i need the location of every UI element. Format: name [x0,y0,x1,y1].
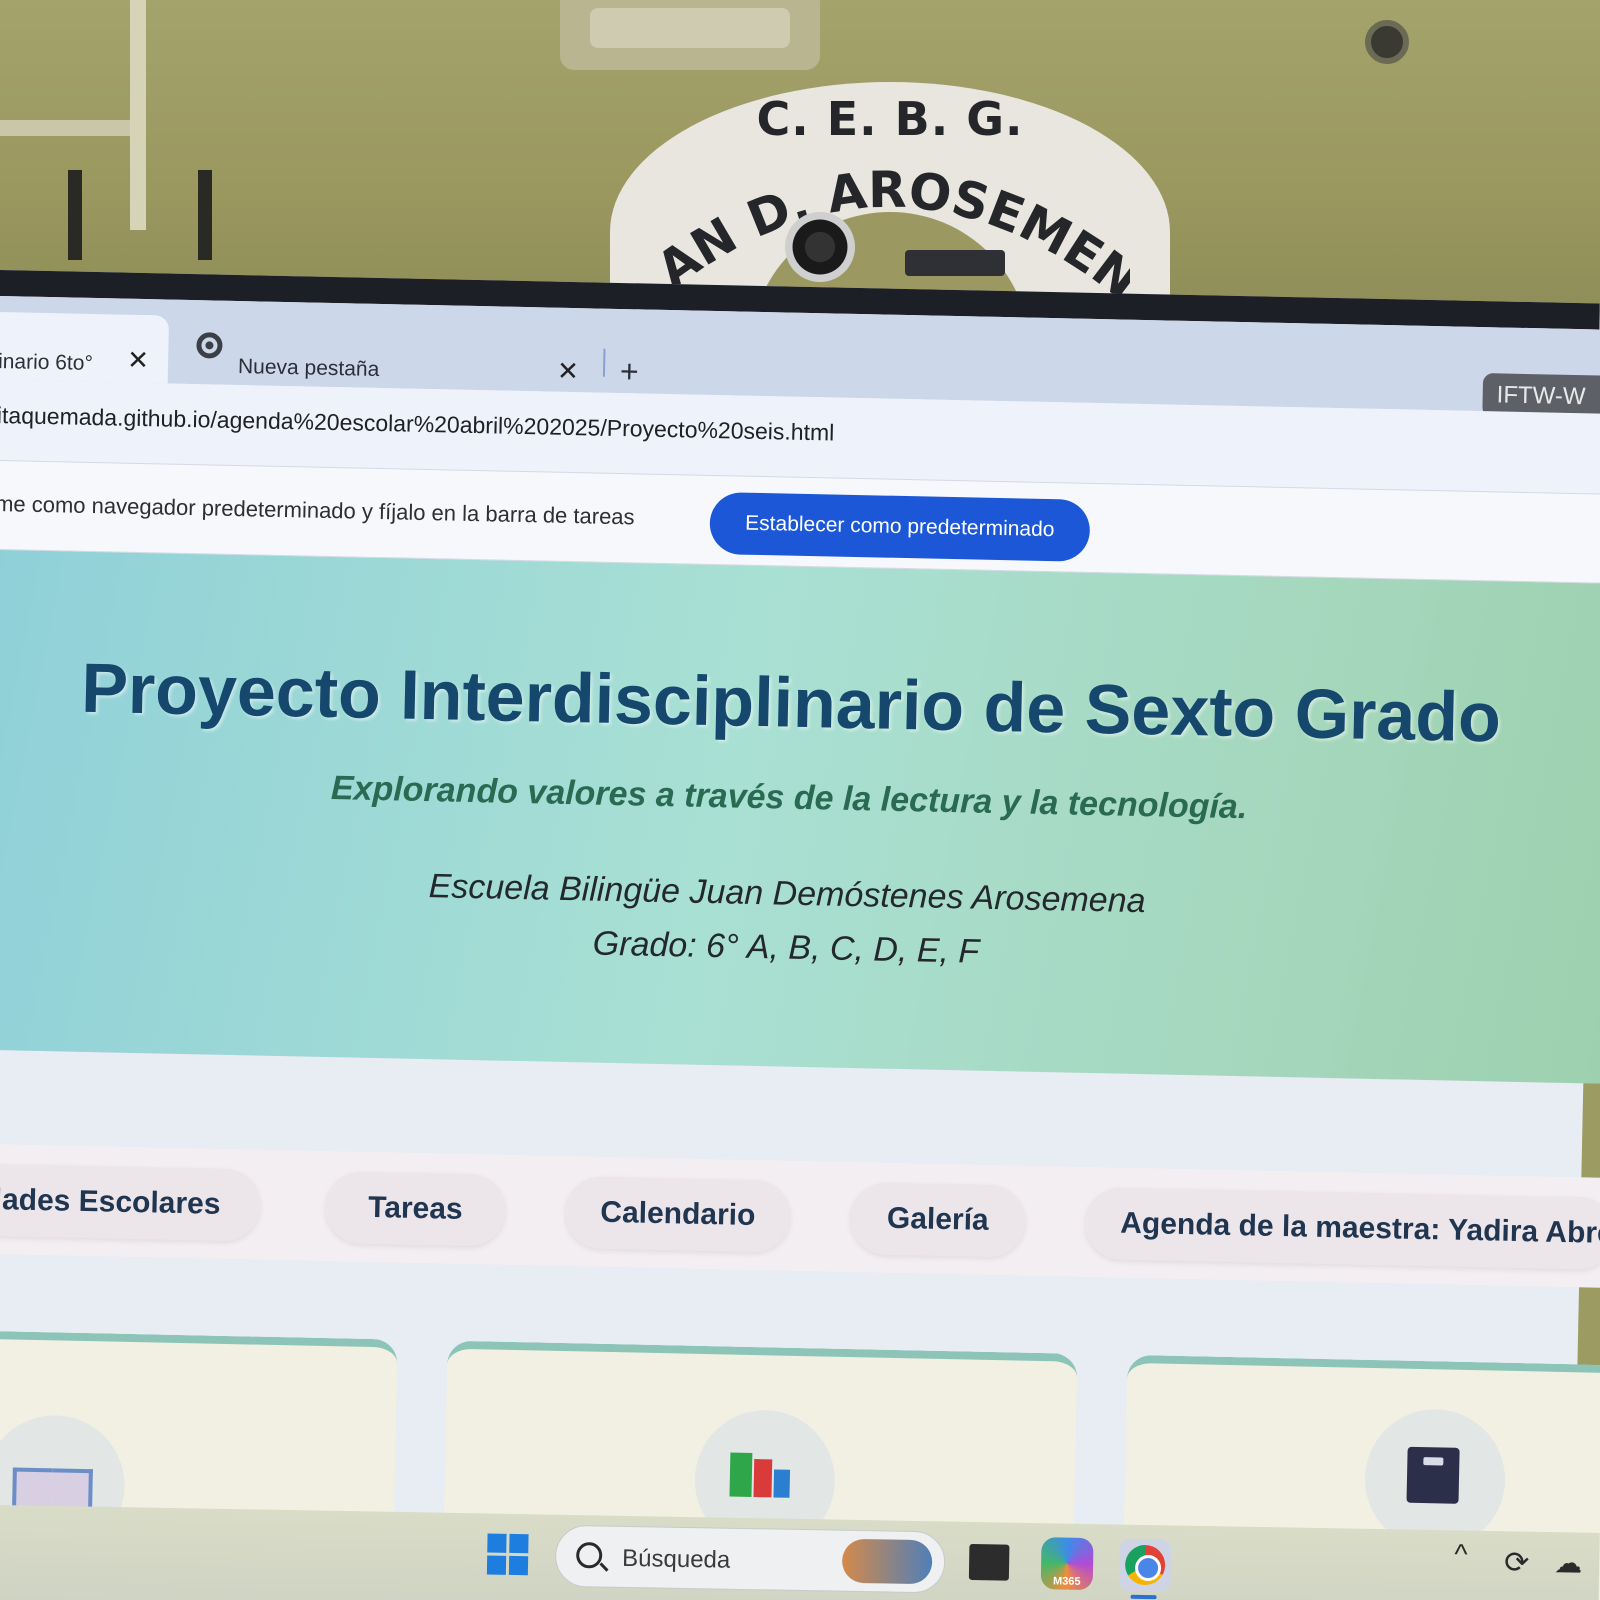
chrome-icon [196,332,223,359]
page-title: Proyecto Interdisciplinario de Sexto Gra… [80,648,1502,757]
school-sign-acronym: C. E. B. G. [756,92,1024,146]
chrome-taskbar-icon[interactable] [1118,1538,1172,1592]
main-nav: idades Escolares Tareas Calendario Galer… [0,1143,1600,1289]
wall-rack-post [130,0,146,230]
cloud-off-icon[interactable]: ☁ [1554,1546,1583,1579]
tab-close-icon[interactable]: ✕ [553,356,584,388]
new-tab-button[interactable]: + [620,353,639,390]
tab-title: Nueva pestaña [237,355,380,381]
wall-rack [0,120,140,136]
tab-close-icon[interactable]: ✕ [123,345,154,377]
hero-banner: Proyecto Interdisciplinario de Sexto Gra… [0,549,1600,1085]
page-subtitle: Explorando valores a través de la lectur… [330,769,1248,827]
school-sign-name: JUAN D. AROSEMENA [650,142,1130,302]
nav-item-tareas[interactable]: Tareas [324,1171,507,1247]
windows-start-icon[interactable] [486,1533,530,1577]
tab-separator [602,348,606,377]
search-highlight-image [841,1538,933,1585]
task-view-icon[interactable] [968,1543,1010,1581]
router-antenna [68,170,82,260]
router-antenna [198,170,212,260]
tray-overflow-chevron-icon[interactable]: ^ [1454,1538,1468,1570]
nav-item-actividades[interactable]: idades Escolares [0,1162,262,1242]
book-icon [12,1468,93,1506]
ceiling-fixture [560,0,820,70]
taskbar-search[interactable]: Búsqueda [554,1524,946,1594]
svg-text:JUAN D. AROSEMENA: JUAN D. AROSEMENA [650,142,1130,302]
room-background: C. E. B. G. JUAN D. AROSEMENA [0,0,1600,320]
tab-title: inario 6to° [0,349,94,375]
webcam [785,212,855,282]
tab-nueva-pestana[interactable]: Nueva pestaña ✕ [0,296,1600,386]
tab-proyecto[interactable]: inario 6to° ✕ [0,311,170,384]
webcam-mount [905,250,1005,276]
url-text[interactable]: itaquemada.github.io/agenda%20escolar%20… [0,402,835,447]
m365-label: M365 [1052,1575,1081,1588]
set-default-button[interactable]: Establecer como predeterminado [709,491,1091,562]
bar-chart-icon [729,1447,810,1499]
m365-icon[interactable]: M365 [1040,1537,1094,1591]
nav-item-calendario[interactable]: Calendario [564,1176,792,1253]
nav-item-agenda-maestra[interactable]: Agenda de la maestra: Yadira Abreg [1084,1186,1600,1271]
search-icon [575,1542,603,1569]
notebook-icon [1406,1446,1460,1504]
search-placeholder: Búsqueda [621,1544,731,1574]
sync-icon[interactable]: ⟳ [1504,1545,1530,1580]
security-camera [1365,20,1409,64]
infobar-message: me como navegador predeterminado y fíjal… [0,490,635,530]
active-app-indicator [1130,1594,1157,1600]
monitor-screen: inario 6to° ✕ Nueva pestaña ✕ + IFTW-W i… [0,270,1600,1600]
school-sign-name-text: JUAN D. AROSEMENA [650,142,1130,302]
nav-item-galeria[interactable]: Galería [849,1182,1027,1258]
